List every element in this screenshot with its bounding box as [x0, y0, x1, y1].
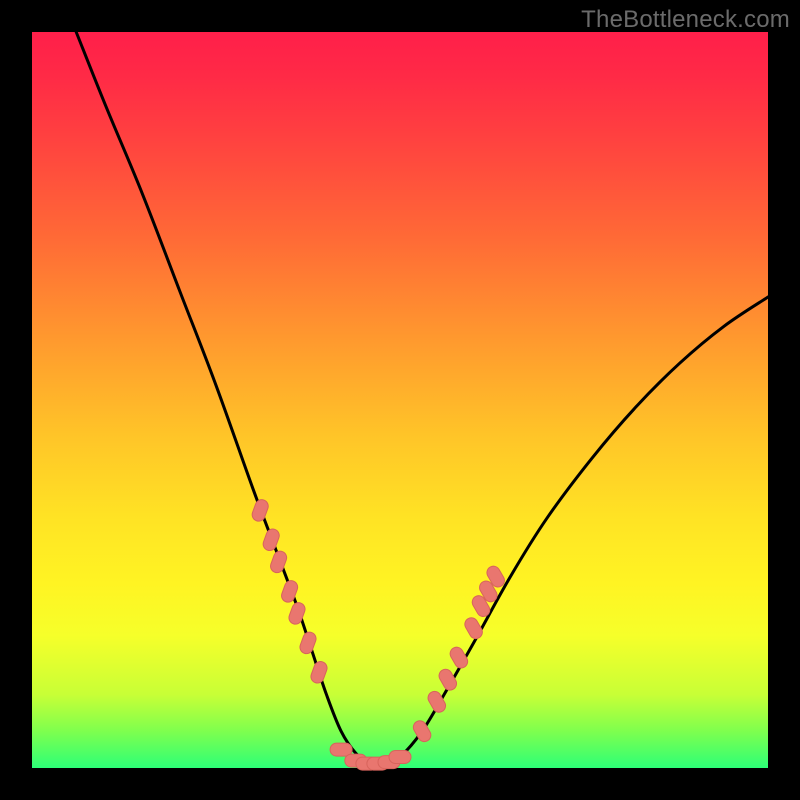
data-marker	[269, 549, 289, 574]
chart-frame: TheBottleneck.com	[0, 0, 800, 800]
curve-layer	[32, 32, 768, 768]
data-markers	[250, 498, 506, 770]
data-marker	[462, 615, 484, 641]
data-marker	[280, 579, 300, 604]
data-marker	[389, 751, 411, 764]
plot-area	[32, 32, 768, 768]
watermark-text: TheBottleneck.com	[581, 6, 790, 34]
data-marker	[298, 630, 318, 655]
data-marker	[437, 667, 459, 693]
data-marker	[250, 498, 270, 523]
bottleneck-curve	[76, 32, 768, 766]
data-marker	[309, 660, 329, 685]
data-marker	[448, 645, 470, 671]
data-marker	[261, 527, 281, 552]
